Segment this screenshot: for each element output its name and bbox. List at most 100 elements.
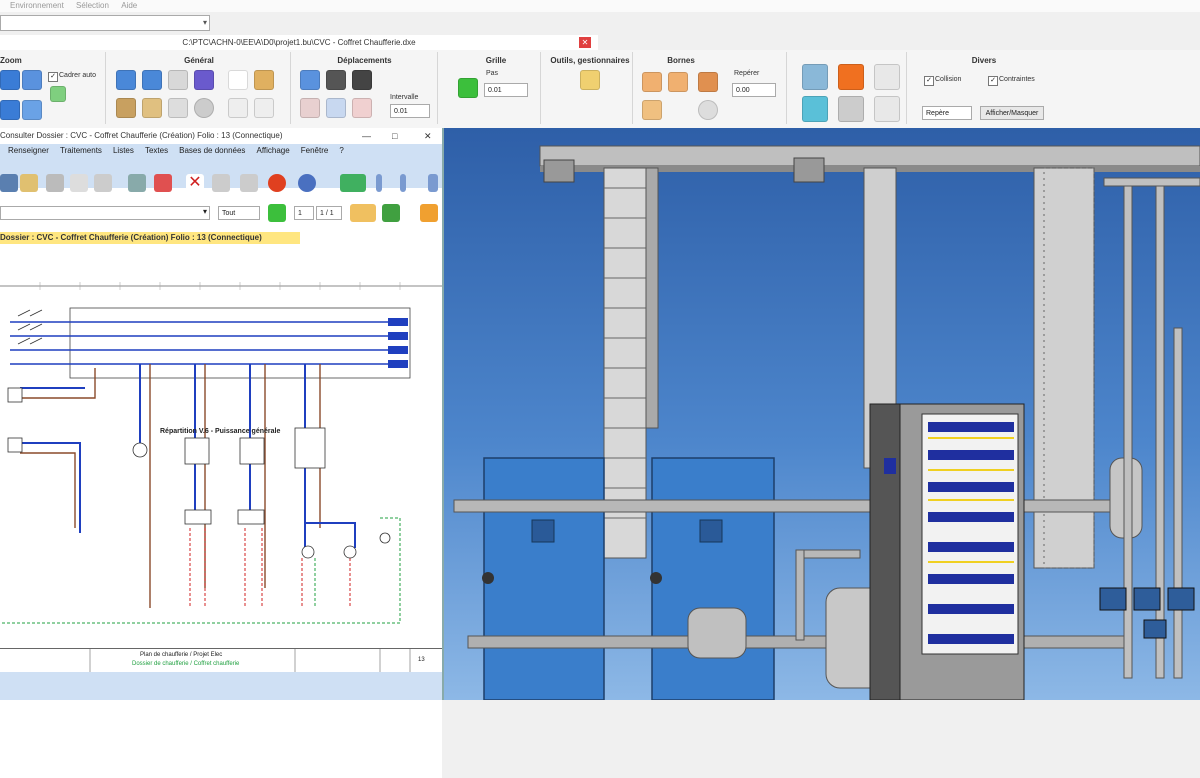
move-arrows-icon[interactable] bbox=[326, 70, 346, 90]
table-icon[interactable] bbox=[142, 98, 162, 118]
pencil-icon[interactable] bbox=[20, 174, 38, 192]
path-icon[interactable] bbox=[874, 96, 900, 122]
pan-icon[interactable] bbox=[326, 98, 346, 118]
menu-aide[interactable]: Aide bbox=[121, 1, 137, 10]
stop-icon[interactable] bbox=[268, 174, 286, 192]
redo-icon[interactable] bbox=[142, 70, 162, 90]
undo-doc-icon[interactable] bbox=[212, 174, 230, 192]
draw-icon[interactable] bbox=[382, 204, 400, 222]
menu-selection[interactable]: Sélection bbox=[76, 1, 109, 10]
zoom-out-icon[interactable] bbox=[0, 100, 20, 120]
menu-help[interactable]: ? bbox=[339, 146, 343, 155]
menu-bases[interactable]: Bases de données bbox=[179, 146, 245, 155]
menu-renseigner[interactable]: Renseigner bbox=[8, 146, 49, 155]
rotate-icon[interactable] bbox=[352, 70, 372, 90]
close-button[interactable]: ✕ bbox=[579, 37, 591, 48]
color-icon[interactable] bbox=[194, 70, 214, 90]
edit-icon[interactable] bbox=[0, 174, 18, 192]
menu-bar: Environnement Sélection Aide bbox=[0, 0, 1200, 12]
group-divers-title: Divers bbox=[971, 56, 997, 65]
cadrer-auto-checkbox[interactable]: ✓ bbox=[48, 72, 58, 82]
group-bornes-title: Bornes bbox=[667, 56, 695, 65]
close-icon[interactable]: ✕ bbox=[424, 128, 432, 144]
group-grille-title: Grille bbox=[485, 56, 507, 65]
menu-traitements[interactable]: Traitements bbox=[60, 146, 102, 155]
sheet-title: Répartition V.6 - Puissance générale bbox=[160, 428, 281, 435]
path-bar: Dossier : CVC - Coffret Chaufferie (Créa… bbox=[0, 232, 300, 244]
cabinet-icon[interactable] bbox=[802, 64, 828, 90]
toolbar-separator bbox=[376, 174, 382, 192]
menu-textes[interactable]: Textes bbox=[145, 146, 168, 155]
terminal-icon[interactable] bbox=[642, 72, 662, 92]
route-icon[interactable] bbox=[874, 64, 900, 90]
intervalle-spinner[interactable]: 0.01 bbox=[390, 104, 430, 118]
grid-icon[interactable] bbox=[458, 78, 478, 98]
highlight-icon[interactable] bbox=[350, 204, 376, 222]
schematic-statusbar bbox=[0, 672, 442, 700]
pas-spinner[interactable]: 0.01 bbox=[484, 83, 528, 97]
box-icon[interactable] bbox=[838, 96, 864, 122]
group-zoom: Zoom ✓ Cadrer auto bbox=[0, 52, 106, 124]
paste-icon[interactable] bbox=[94, 174, 112, 192]
collision-checkbox[interactable]: ✓ bbox=[924, 76, 934, 86]
properties-icon[interactable] bbox=[228, 98, 248, 118]
snap-icon[interactable] bbox=[352, 98, 372, 118]
rail-icon[interactable] bbox=[802, 96, 828, 122]
repere-select[interactable]: Repère bbox=[922, 106, 972, 120]
zoom-all-icon[interactable] bbox=[22, 100, 42, 120]
menu-listes[interactable]: Listes bbox=[113, 146, 134, 155]
schematic-window-title: Consulter Dossier : CVC - Coffret Chauff… bbox=[0, 128, 442, 144]
undo-icon[interactable] bbox=[116, 70, 136, 90]
pdf-icon[interactable] bbox=[154, 174, 172, 192]
document-icon[interactable] bbox=[168, 98, 188, 118]
project-combo[interactable]: ▾ bbox=[0, 15, 210, 31]
zoom-in-icon[interactable] bbox=[0, 70, 20, 90]
page-current[interactable]: 1 bbox=[294, 206, 314, 220]
cube-icon[interactable] bbox=[838, 64, 864, 90]
cadrer-auto-label: Cadrer auto bbox=[59, 72, 96, 79]
layout-icon[interactable] bbox=[340, 174, 366, 192]
gear-icon[interactable] bbox=[194, 98, 214, 118]
delete-icon[interactable]: ✕ bbox=[186, 174, 204, 192]
maximize-icon[interactable]: □ bbox=[392, 128, 397, 144]
folder-icon[interactable] bbox=[254, 70, 274, 90]
wire-icon[interactable] bbox=[642, 100, 662, 120]
info-icon[interactable] bbox=[298, 174, 316, 192]
connector-icon[interactable] bbox=[698, 100, 718, 120]
reperer-spinner[interactable]: 0.00 bbox=[732, 83, 776, 97]
help-icon[interactable] bbox=[254, 98, 274, 118]
print-icon[interactable] bbox=[128, 174, 146, 192]
group-general: Général bbox=[108, 52, 291, 124]
copy-icon[interactable] bbox=[70, 174, 88, 192]
redo-doc-icon[interactable] bbox=[240, 174, 258, 192]
menu-fenetre[interactable]: Fenêtre bbox=[301, 146, 329, 155]
group-bornes: Bornes Repérer 0.00 bbox=[636, 52, 787, 124]
grid-icon[interactable] bbox=[268, 204, 286, 222]
filter-select[interactable]: Tout bbox=[218, 206, 260, 220]
grid-toggle-icon[interactable] bbox=[50, 86, 66, 102]
schematic-canvas[interactable] bbox=[0, 278, 442, 778]
cut-icon[interactable] bbox=[46, 174, 64, 192]
save-icon[interactable] bbox=[168, 70, 188, 90]
terminal-strip-icon[interactable] bbox=[668, 72, 688, 92]
schematic-selector[interactable]: ▾ bbox=[0, 206, 210, 220]
menu-environnement[interactable]: Environnement bbox=[10, 1, 64, 10]
afficher-masquer-button[interactable]: Afficher/Masquer bbox=[980, 106, 1044, 120]
page-icon[interactable] bbox=[228, 70, 248, 90]
footer-folder: Dossier de chaufferie / Coffret chauffer… bbox=[132, 661, 240, 667]
align-icon[interactable] bbox=[300, 98, 320, 118]
move-icon[interactable] bbox=[300, 70, 320, 90]
library-icon[interactable] bbox=[116, 98, 136, 118]
group-general-title: Général bbox=[184, 56, 214, 65]
group-outils: Outils, gestionnaires bbox=[548, 52, 633, 124]
group-divers: Divers ✓ Collision ✓ Contraintes Repère … bbox=[914, 52, 1054, 124]
3d-viewport[interactable] bbox=[444, 128, 1200, 700]
wire-draw-icon[interactable] bbox=[420, 204, 438, 222]
minimize-icon[interactable]: — bbox=[362, 128, 371, 144]
toolbar-separator-2 bbox=[400, 174, 406, 192]
menu-affichage[interactable]: Affichage bbox=[256, 146, 289, 155]
contraintes-checkbox[interactable]: ✓ bbox=[988, 76, 998, 86]
tools-icon[interactable] bbox=[580, 70, 600, 90]
zoom-window-icon[interactable] bbox=[22, 70, 42, 90]
terminal-edit-icon[interactable] bbox=[698, 72, 718, 92]
